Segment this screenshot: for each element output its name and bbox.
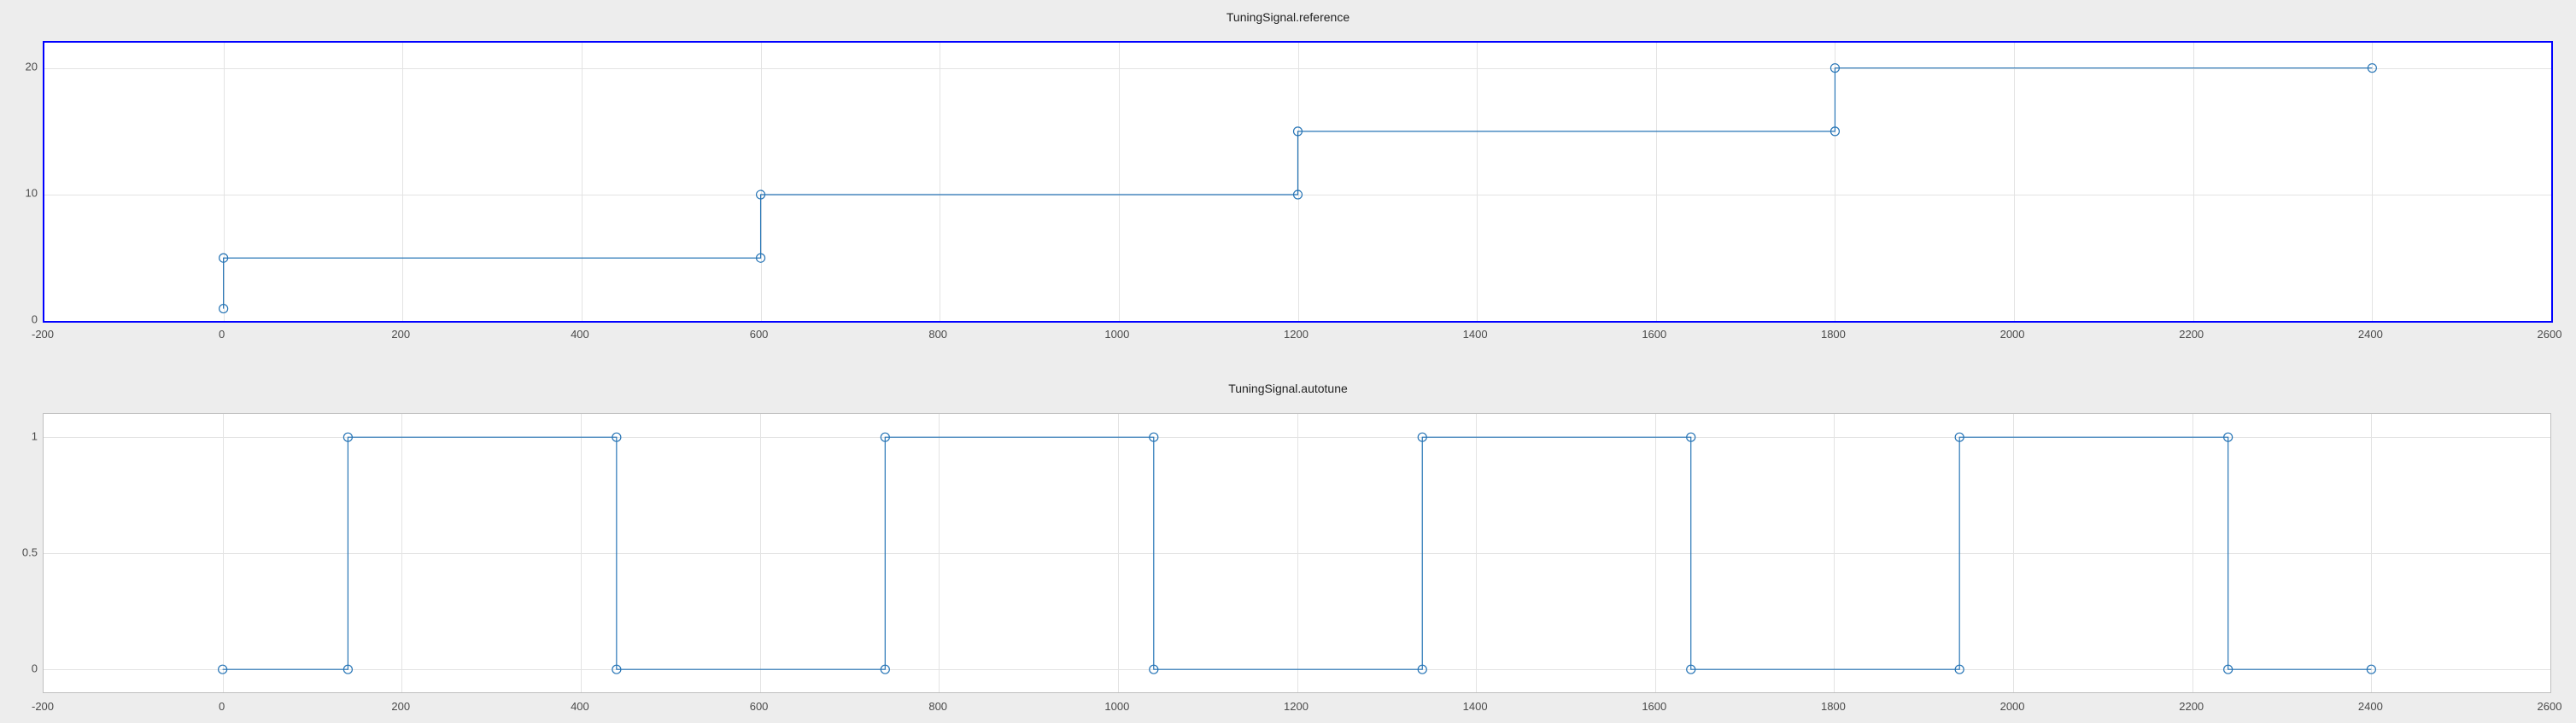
x-tick-label: 2600: [2538, 700, 2562, 713]
x-tick-label: 1200: [1284, 328, 1308, 341]
x-tick-label: 600: [750, 700, 769, 713]
x-tick-label: -200: [32, 328, 54, 341]
x-tick-label: 1800: [1821, 328, 1846, 341]
series-0: [44, 43, 2551, 321]
x-tick-label: 1000: [1104, 328, 1129, 341]
x-tick-label: 200: [391, 700, 410, 713]
x-tick-label: 400: [571, 700, 589, 713]
y-tick-label: 1: [32, 430, 38, 443]
chart-title-0: TuningSignal.reference: [0, 10, 2576, 24]
x-tick-label: 1600: [1642, 328, 1666, 341]
x-tick-label: 2200: [2179, 328, 2204, 341]
x-tick-label: 400: [571, 328, 589, 341]
chart-title-1: TuningSignal.autotune: [0, 382, 2576, 395]
x-tick-label: 1600: [1642, 700, 1666, 713]
series-1: [44, 414, 2550, 692]
x-tick-label: 2600: [2538, 328, 2562, 341]
x-tick-label: 600: [750, 328, 769, 341]
y-tick-label: 0: [32, 313, 38, 326]
x-tick-label: 2400: [2358, 700, 2383, 713]
plot-area-0[interactable]: [43, 41, 2553, 323]
line-series: [224, 68, 2373, 309]
x-tick-label: 800: [928, 328, 947, 341]
y-tick-label: 10: [26, 187, 38, 200]
x-tick-label: 2200: [2179, 700, 2204, 713]
x-tick-label: 800: [928, 700, 947, 713]
x-tick-label: 1200: [1284, 700, 1308, 713]
x-tick-label: 1400: [1463, 700, 1488, 713]
y-tick-label: 0: [32, 662, 38, 675]
x-tick-label: -200: [32, 700, 54, 713]
line-series: [223, 437, 2372, 669]
y-tick-label: 0.5: [22, 546, 38, 559]
x-tick-label: 0: [219, 328, 225, 341]
x-tick-label: 200: [391, 328, 410, 341]
y-tick-label: 20: [26, 60, 38, 73]
x-tick-label: 2000: [2000, 700, 2025, 713]
x-tick-label: 1400: [1463, 328, 1488, 341]
x-tick-label: 2000: [2000, 328, 2025, 341]
x-tick-label: 0: [219, 700, 225, 713]
x-tick-label: 2400: [2358, 328, 2383, 341]
figure: TuningSignal.reference-20002004006008001…: [0, 0, 2576, 723]
x-tick-label: 1800: [1821, 700, 1846, 713]
x-tick-label: 1000: [1104, 700, 1129, 713]
plot-area-1[interactable]: [43, 413, 2551, 693]
